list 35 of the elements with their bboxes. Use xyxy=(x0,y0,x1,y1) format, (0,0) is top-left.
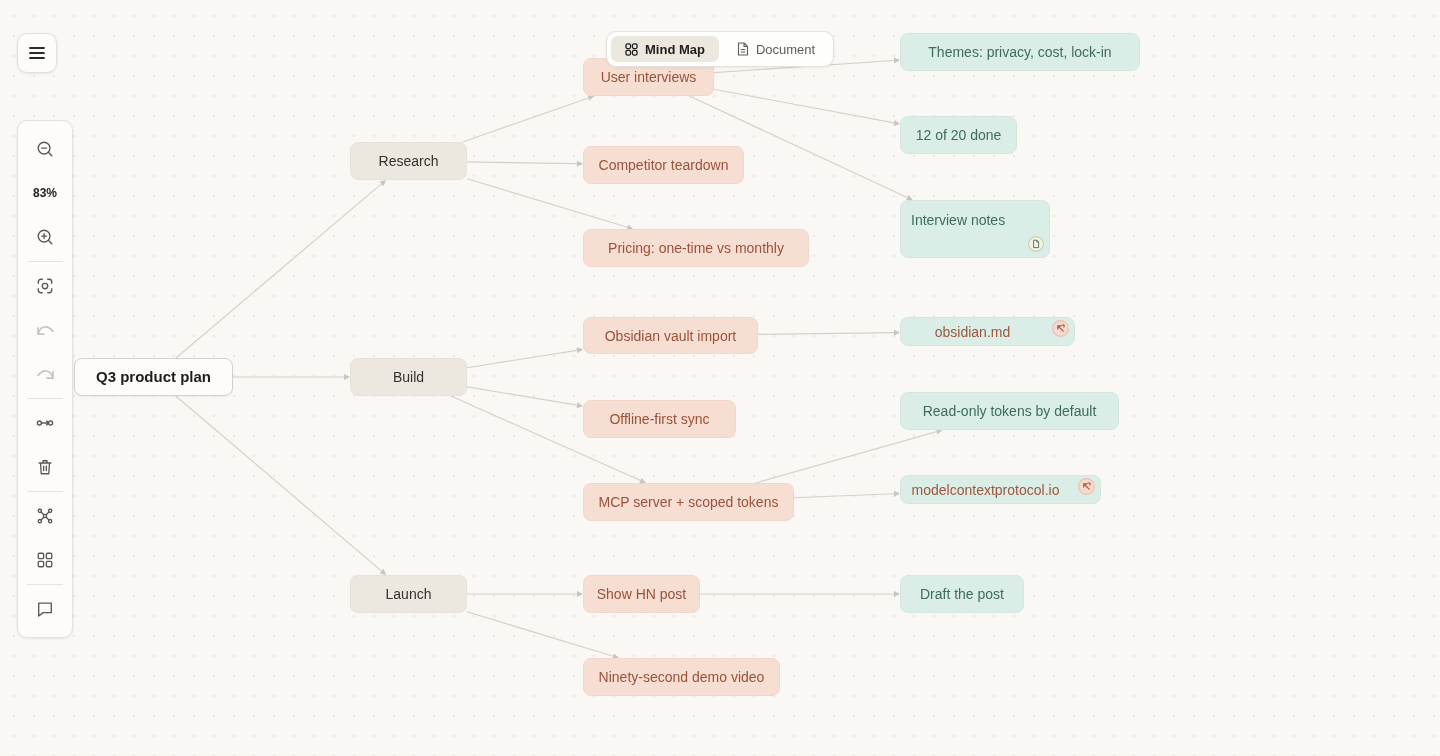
topic-node[interactable]: Obsidian vault import xyxy=(583,317,758,354)
note-node[interactable]: Themes: privacy, cost, lock-in xyxy=(900,33,1140,71)
topic-node[interactable]: Ninety-second demo video xyxy=(583,658,780,696)
view-tab[interactable]: Mind Map xyxy=(611,36,719,62)
document-icon[interactable] xyxy=(1028,236,1044,252)
network-icon xyxy=(36,507,54,525)
menu-button[interactable] xyxy=(17,33,57,73)
zoom-out-icon xyxy=(36,140,54,158)
menu-icon xyxy=(29,47,45,59)
link-node[interactable]: obsidian.md xyxy=(900,317,1075,346)
root-node[interactable]: Q3 product plan xyxy=(74,358,233,396)
focus-frame-icon xyxy=(36,277,54,295)
undo-icon xyxy=(36,325,54,335)
topic-node[interactable]: Show HN post xyxy=(583,575,700,613)
view-tab[interactable]: Document xyxy=(722,36,830,62)
branch-node[interactable]: Build xyxy=(350,358,467,396)
document-node[interactable]: Interview notes xyxy=(900,200,1050,258)
comment-icon xyxy=(36,600,54,618)
zoom-in-icon xyxy=(36,228,54,246)
zoom-level: 83% xyxy=(33,185,57,202)
topic-node[interactable]: MCP server + scoped tokens xyxy=(583,483,794,521)
grid-icon xyxy=(625,42,638,56)
note-node[interactable]: Read-only tokens by default xyxy=(900,392,1119,430)
topic-node[interactable]: Competitor teardown xyxy=(583,146,744,184)
note-node[interactable]: Draft the post xyxy=(900,575,1024,613)
topic-node[interactable]: Pricing: one-time vs monthly xyxy=(583,229,809,267)
branch-node[interactable]: Research xyxy=(350,142,467,180)
link-node[interactable]: modelcontextprotocol.io xyxy=(900,475,1101,504)
branch-node[interactable]: Launch xyxy=(350,575,467,613)
note-node[interactable]: 12 of 20 done xyxy=(900,116,1017,154)
topic-node[interactable]: Offline-first sync xyxy=(583,400,736,438)
redo-icon xyxy=(36,369,54,379)
trash-icon xyxy=(36,458,54,476)
document-icon xyxy=(736,42,749,56)
grid-icon xyxy=(36,551,54,569)
